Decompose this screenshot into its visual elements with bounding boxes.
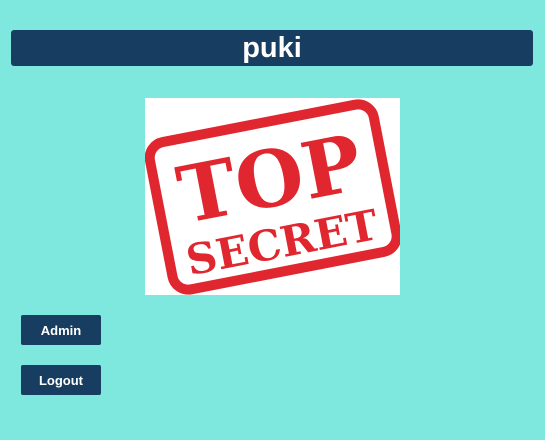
logout-button[interactable]: Logout — [21, 365, 101, 395]
page-header: puki — [11, 30, 533, 66]
admin-button[interactable]: Admin — [21, 315, 101, 345]
page-title: puki — [242, 31, 302, 64]
top-secret-stamp: TOP SECRET — [145, 98, 400, 295]
top-secret-image: TOP SECRET — [145, 98, 400, 295]
